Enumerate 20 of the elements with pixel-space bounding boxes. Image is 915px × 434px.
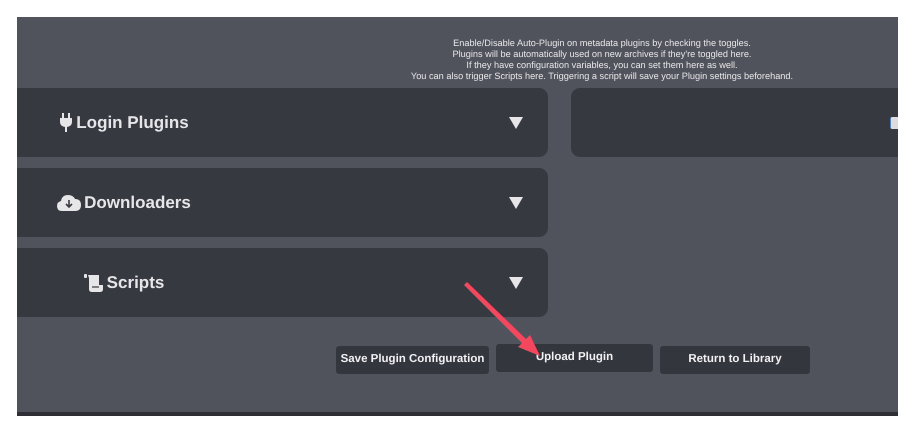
- action-button[interactable]: Save Plugin Configuration: [336, 346, 489, 374]
- caret-icon[interactable]: [508, 196, 524, 210]
- card-icon: [890, 117, 898, 129]
- caret-icon[interactable]: [508, 276, 524, 290]
- section-header[interactable]: Scripts: [17, 248, 548, 317]
- description-line: Plugins will be automatically used on new archives if they're toggled here.: [452, 49, 752, 60]
- section-header[interactable]: Downloaders: [17, 168, 548, 237]
- plug-icon: [59, 113, 74, 132]
- section-title: Downloaders: [84, 192, 191, 214]
- description-line: You can also trigger Scripts here. Triggering a script will save your Plugin settings beforehand.: [410, 71, 794, 82]
- section-title: Login Plugins: [76, 112, 189, 134]
- action-button[interactable]: Return to Library: [660, 346, 810, 374]
- description-line: Enable/Disable Auto-Plugin on metadata plugins by checking the toggles.: [452, 38, 752, 49]
- section-title: Scripts: [106, 272, 164, 294]
- cloud-download-icon: [57, 194, 82, 211]
- section-header[interactable]: Login Plugins: [17, 88, 548, 157]
- scroll-icon: [84, 274, 104, 292]
- caret-icon[interactable]: [508, 116, 524, 130]
- action-button[interactable]: Upload Plugin: [496, 344, 653, 372]
- description-line: If they have configuration variables, you can set them here as well.: [465, 60, 739, 71]
